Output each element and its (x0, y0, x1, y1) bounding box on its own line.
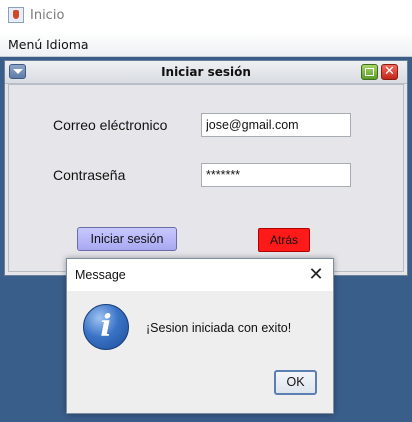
login-internal-frame: Iniciar sesión ✕ Correo eléctronico Cont… (4, 60, 408, 276)
email-field[interactable] (201, 113, 351, 137)
internal-frame-title: Iniciar sesión (161, 65, 251, 79)
password-label: Contraseña (53, 167, 126, 183)
message-dialog: Message ✕ i ¡Sesion iniciada con exito! … (66, 258, 334, 414)
app-titlebar: Inicio (0, 0, 412, 32)
java-app-icon (8, 7, 24, 23)
email-label: Correo eléctronico (53, 117, 168, 133)
back-button[interactable]: Atrás (258, 228, 310, 252)
menu-menu[interactable]: Menú (8, 37, 42, 52)
password-field[interactable] (201, 163, 351, 187)
dialog-close-icon[interactable]: ✕ (305, 264, 327, 286)
maximize-icon[interactable] (361, 64, 378, 80)
dialog-titlebar[interactable]: Message ✕ (67, 259, 333, 291)
dialog-body: i ¡Sesion iniciada con exito! OK (67, 291, 333, 413)
login-form: Correo eléctronico Contraseña Iniciar se… (8, 84, 404, 272)
menu-idioma[interactable]: Idioma (46, 37, 89, 52)
internal-frame-titlebar[interactable]: Iniciar sesión ✕ (5, 61, 407, 84)
menubar: Menú Idioma (0, 32, 412, 57)
frame-close-icon[interactable]: ✕ (381, 64, 398, 80)
app-title: Inicio (30, 8, 65, 23)
information-icon: i (83, 304, 129, 350)
dialog-title: Message (75, 268, 126, 282)
dialog-message: ¡Sesion iniciada con exito! (146, 321, 292, 335)
login-button[interactable]: Iniciar sesión (77, 227, 177, 251)
ok-button[interactable]: OK (274, 370, 317, 395)
